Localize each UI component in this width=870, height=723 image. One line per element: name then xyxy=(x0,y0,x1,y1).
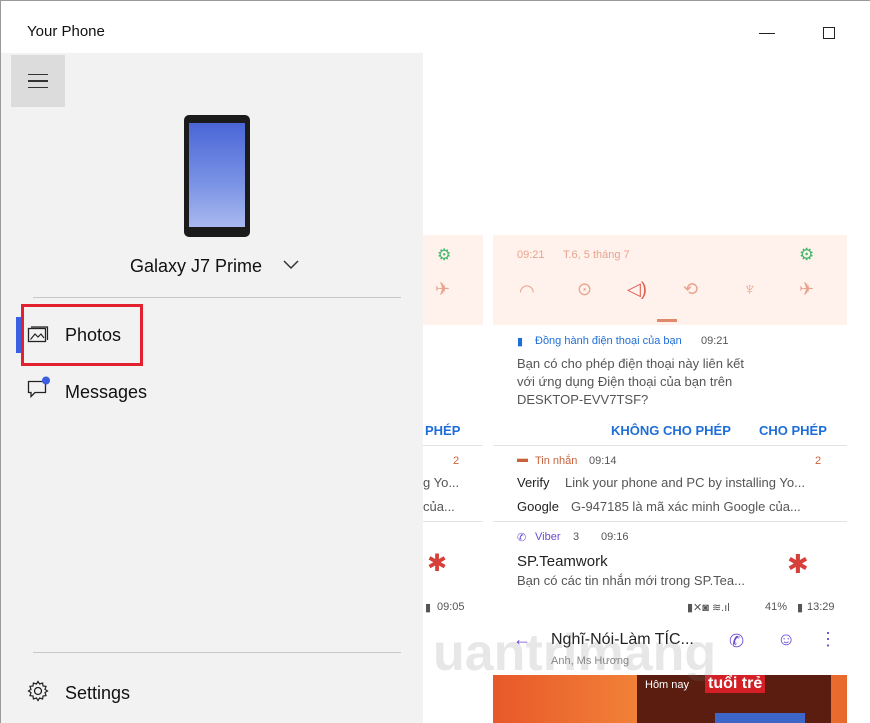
gear-icon xyxy=(26,679,50,703)
sound-icon: ◁) xyxy=(627,279,647,299)
panel-handle xyxy=(657,319,677,322)
airplane-icon: ✈ xyxy=(435,279,451,299)
teamwork-logo: ✱ xyxy=(787,549,809,579)
clipped-line: g Yo... xyxy=(423,475,460,490)
gear-icon: ⚙ xyxy=(799,245,815,264)
viber-time: 09:16 xyxy=(601,531,629,543)
msg-count: 2 xyxy=(453,455,460,467)
msg-count: 2 xyxy=(815,455,822,467)
your-phone-window: Your Phone Galaxy J7 Prime Photos Messag… xyxy=(0,0,870,723)
viber-count: 3 xyxy=(573,531,580,543)
viber-title: SP.Teamwork xyxy=(517,553,608,570)
clipped-line: của... xyxy=(423,499,455,514)
chevron-down-icon[interactable] xyxy=(280,253,302,275)
divider xyxy=(33,652,401,653)
rotate-icon: ⟲ xyxy=(683,279,699,299)
add-user-icon[interactable]: ☺ xyxy=(777,629,795,650)
hamburger-menu-button[interactable] xyxy=(11,55,65,107)
banner-button xyxy=(715,713,805,723)
divider xyxy=(33,297,401,298)
quick-settings-panel: 09:21 T.6, 5 tháng 7 ⚙ ◠ ⊙ ◁) ⟲ ♆ ✈ xyxy=(493,235,847,325)
msg-app: Tin nhắn xyxy=(535,455,578,467)
msg-sender: Verify xyxy=(517,475,550,490)
sidebar: Galaxy J7 Prime Photos Messages Settings xyxy=(1,53,423,723)
msg-sender: Google xyxy=(517,499,559,514)
minimize-icon xyxy=(759,32,775,34)
battery-icon: ▮ xyxy=(425,602,432,614)
phone-image xyxy=(184,115,250,237)
deny-button[interactable]: KHÔNG CHO PHÉP xyxy=(611,423,731,438)
allow-button-clipped: PHÉP xyxy=(425,423,461,438)
status-icons: ▮✕◙ ≋.ıl xyxy=(687,602,730,614)
viber-text: Bạn có các tin nhắn mới trong SP.Tea... xyxy=(517,573,745,588)
highlight-box xyxy=(21,304,143,366)
airplane-icon: ✈ xyxy=(799,279,815,299)
sidebar-item-label: Messages xyxy=(65,382,148,402)
title-bar: Your Phone xyxy=(1,1,870,53)
phone-call-icon[interactable]: ✆ xyxy=(729,631,744,652)
notification-body: với ứng dụng Điện thoại của bạn trên xyxy=(517,374,733,389)
phone-screenshots-area: ⚙ ✈ PHÉP 2 g Yo... của... ✱ 09:21 T.6, 5… xyxy=(423,53,870,723)
notification-app: Đồng hành điện thoại của bạn xyxy=(535,335,682,347)
status-bar: ▮ 09:05 ▮✕◙ ≋.ıl 41% ▮ 13:29 xyxy=(423,597,847,619)
settings-label: Settings xyxy=(65,683,131,703)
maximize-button[interactable] xyxy=(811,15,847,51)
battery-percent: 41% xyxy=(765,601,788,613)
flashlight-icon: ♆ xyxy=(743,279,757,299)
msg-text: G-947185 là mã xác minh Google của... xyxy=(571,499,801,514)
messages-app-icon: ▬ xyxy=(517,453,528,465)
battery-icon: ▮ xyxy=(797,602,804,614)
notification-body: DESKTOP-EVV7TSF? xyxy=(517,392,649,407)
date: T.6, 5 tháng 7 xyxy=(563,249,630,261)
gear-icon: ⚙ xyxy=(437,247,452,264)
maximize-icon xyxy=(823,27,835,39)
minimize-button[interactable] xyxy=(749,15,785,51)
msg-time: 09:14 xyxy=(589,455,617,467)
location-icon: ⊙ xyxy=(577,279,593,299)
hamburger-icon-line xyxy=(28,80,48,82)
notification-body: Bạn có cho phép điện thoại này liên kết xyxy=(517,356,744,371)
more-options-icon[interactable]: ⋮ xyxy=(819,629,837,650)
status-time: 09:05 xyxy=(437,601,465,613)
messages-icon xyxy=(26,375,52,401)
msg-text: Link your phone and PC by installing Yo.… xyxy=(565,475,805,490)
viber-icon: ✆ xyxy=(517,532,527,544)
status-time: 13:29 xyxy=(807,601,835,613)
wifi-icon: ◠ xyxy=(519,281,535,301)
hamburger-icon xyxy=(28,73,48,76)
teamwork-logo: ✱ xyxy=(427,550,448,577)
quick-settings-panel: ⚙ ✈ xyxy=(423,235,483,325)
phone-image-screen xyxy=(189,123,245,227)
hamburger-icon-line xyxy=(28,86,48,89)
time: 09:21 xyxy=(517,249,545,261)
sidebar-item-messages[interactable]: Messages xyxy=(16,371,421,413)
sidebar-item-settings[interactable]: Settings xyxy=(16,673,421,713)
notification-app-icon: ▮ xyxy=(517,336,524,348)
viber-app: Viber xyxy=(535,531,561,543)
window-title: Your Phone xyxy=(27,23,105,40)
watermark: uantrimang xyxy=(433,624,717,682)
device-name[interactable]: Galaxy J7 Prime xyxy=(130,256,262,277)
allow-button[interactable]: CHO PHÉP xyxy=(759,423,827,438)
notification-time: 09:21 xyxy=(701,335,729,347)
